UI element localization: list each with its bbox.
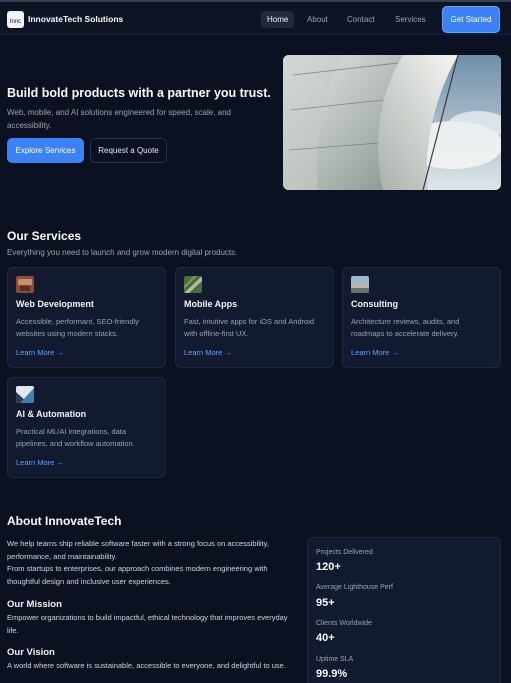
service-card-description: Fast, intuitive apps for iOS and Android… bbox=[184, 317, 315, 338]
hero-subtitle: Web, mobile, and AI solutions engineered… bbox=[7, 108, 231, 130]
nav-link-services[interactable]: Services bbox=[389, 11, 432, 28]
nav-link-about[interactable]: About bbox=[301, 11, 334, 28]
service-card-mobile: Mobile Apps Fast, intuitive apps for iOS… bbox=[175, 267, 334, 368]
about-paragraph-2: From startups to enterprises, our approa… bbox=[7, 564, 268, 586]
stat-value: 120+ bbox=[316, 561, 341, 573]
service-card-web: Web Development Accessible, performant, … bbox=[7, 267, 166, 368]
stat-label: Uptime SLA bbox=[316, 656, 354, 663]
service-card-title: Mobile Apps bbox=[184, 299, 238, 309]
service-card-title: Web Development bbox=[16, 299, 94, 309]
mission-heading: Our Mission bbox=[7, 599, 62, 610]
service-card-title: AI & Automation bbox=[16, 409, 87, 419]
nav-link-contact[interactable]: Contact bbox=[341, 11, 381, 28]
logo-alt-text: Innc bbox=[9, 19, 22, 25]
stat-label: Average Lighthouse Perf bbox=[316, 584, 393, 591]
service-card-title: Consulting bbox=[351, 299, 398, 309]
stat-label: Projects Delivered bbox=[316, 549, 373, 556]
get-started-button[interactable]: Get Started bbox=[442, 6, 500, 33]
learn-more-link[interactable]: Learn More → bbox=[16, 458, 64, 467]
learn-more-link[interactable]: Learn More → bbox=[351, 348, 399, 357]
consulting-thumbnail bbox=[351, 276, 369, 293]
stat-value: 40+ bbox=[316, 632, 335, 644]
stat-value: 99.9% bbox=[316, 668, 348, 680]
request-quote-button[interactable]: Request a Quote bbox=[90, 138, 167, 163]
mission-text: Empower organizations to build impactful… bbox=[7, 613, 288, 635]
services-subtitle: Everything you need to launch and grow m… bbox=[7, 248, 238, 257]
stat-label: Clients Worldwide bbox=[316, 620, 372, 627]
about-paragraph-1: We help teams ship reliable software fas… bbox=[7, 539, 269, 561]
explore-services-button[interactable]: Explore Services bbox=[7, 138, 84, 163]
web-development-thumbnail bbox=[16, 276, 34, 293]
stat-value: 95+ bbox=[316, 597, 335, 609]
service-card-consulting: Consulting Architecture reviews, audits,… bbox=[342, 267, 501, 368]
learn-more-link[interactable]: Learn More → bbox=[184, 348, 232, 357]
hero-sail-image bbox=[283, 55, 501, 190]
service-card-description: Accessible, performant, SEO-friendly web… bbox=[16, 317, 139, 338]
ai-automation-thumbnail bbox=[16, 386, 34, 403]
about-title: About InnovateTech bbox=[7, 514, 122, 528]
nav-link-home[interactable]: Home bbox=[261, 11, 295, 28]
services-title: Our Services bbox=[7, 229, 82, 243]
learn-more-link[interactable]: Learn More → bbox=[16, 348, 64, 357]
hero-title: Build bold products with a partner you t… bbox=[7, 86, 271, 100]
service-card-ai: AI & Automation Practical ML/AI integrat… bbox=[7, 377, 166, 478]
vision-text: A world where software is sustainable, a… bbox=[7, 661, 286, 670]
stats-panel: Projects Delivered 120+ Average Lighthou… bbox=[307, 537, 501, 683]
brand-name[interactable]: InnovateTech Solutions bbox=[28, 14, 123, 24]
service-card-description: Practical ML/AI integrations, data pipel… bbox=[16, 427, 135, 448]
vision-heading: Our Vision bbox=[7, 647, 55, 658]
brand-logo[interactable]: Innc bbox=[7, 11, 24, 28]
service-card-description: Architecture reviews, audits, and roadma… bbox=[351, 317, 460, 338]
top-navbar: Innc InnovateTech Solutions Home About C… bbox=[0, 0, 511, 35]
mobile-apps-thumbnail bbox=[184, 276, 202, 293]
